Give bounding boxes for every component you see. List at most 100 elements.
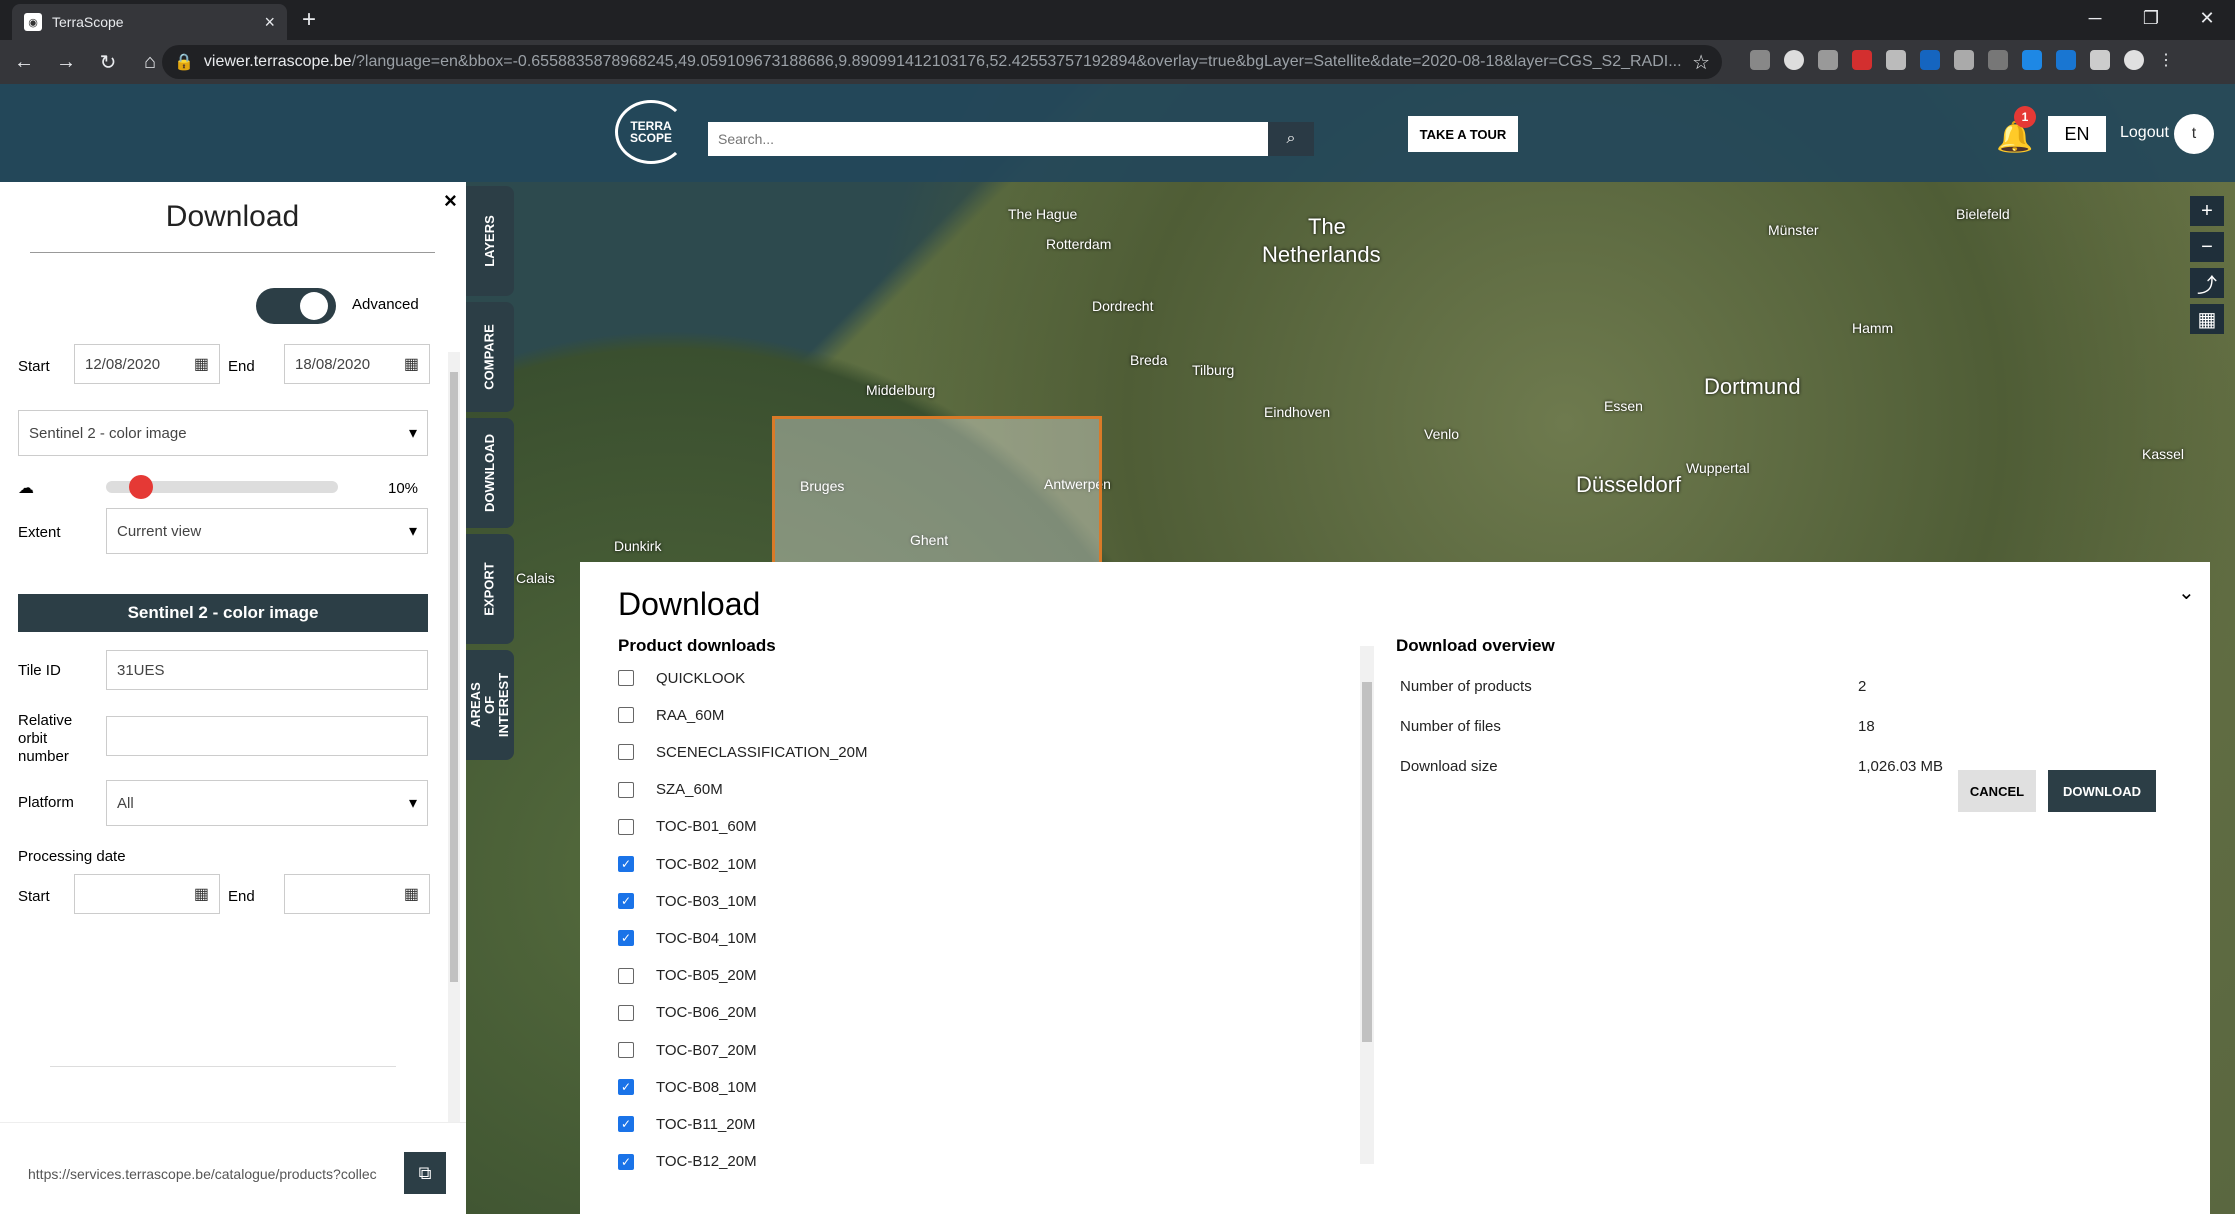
catalogue-url[interactable]: https://services.terrascope.be/catalogue… [28,1166,394,1182]
product-item[interactable]: ✓ TOC-B12_20M [618,1148,757,1176]
product-item[interactable]: ✓ TOC-B11_20M [618,1110,756,1138]
tile-id-input[interactable]: 31UES [106,650,428,690]
platform-select-value: All [117,794,134,812]
logout-link[interactable]: Logout [2120,124,2169,142]
product-checkbox[interactable]: ✓ [618,1116,634,1133]
terrascope-logo[interactable]: TERRA SCOPE [615,100,687,164]
platform-select[interactable]: All [106,780,428,826]
tab-layers[interactable]: LAYERS [466,186,514,296]
pdf-extension-icon[interactable] [1852,50,1872,70]
product-item[interactable]: TOC-B01_60M [618,813,757,841]
product-checkbox[interactable]: ✓ [618,856,634,872]
product-item[interactable]: QUICKLOOK [618,664,745,692]
end-date-input[interactable]: 18/08/2020 ▦ [284,344,430,384]
product-select[interactable]: Sentinel 2 - color image [18,410,428,456]
product-item[interactable]: SCENECLASSIFICATION_20M [618,738,867,766]
language-button[interactable]: EN [2048,116,2106,152]
chevron-down-icon[interactable]: ⌄ [2178,580,2195,605]
close-icon[interactable]: × [444,188,457,214]
product-item[interactable]: ✓ TOC-B08_10M [618,1073,757,1101]
start-date-input[interactable]: 12/08/2020 ▦ [74,344,220,384]
tab-title: TerraScope [52,14,124,30]
map-layers-icon[interactable]: ▦ [2190,304,2224,334]
take-a-tour-button[interactable]: TAKE A TOUR [1408,116,1518,152]
map-label: Rotterdam [1046,236,1112,252]
tab-compare[interactable]: COMPARE [466,302,514,412]
forward-icon[interactable]: → [48,51,84,74]
product-list-scrollbar-thumb[interactable] [1362,682,1372,1042]
address-bar[interactable]: 🔒 viewer.terrascope.be/?language=en&bbox… [162,45,1722,79]
search-button[interactable]: ⌕ [1268,122,1314,156]
back-icon[interactable]: ← [6,51,42,74]
product-checkbox[interactable] [618,967,634,984]
product-checkbox[interactable] [618,707,634,724]
extension-icon[interactable] [1954,50,1974,70]
processing-start-input[interactable]: ▦ [74,874,220,914]
calendar-icon[interactable]: ▦ [404,354,419,374]
product-item[interactable]: ✓ TOC-B03_10M [618,887,757,915]
extension-icon[interactable] [2056,50,2076,70]
tab-areas-of-interest[interactable]: AREAS OF INTEREST [466,650,514,760]
overview-value: 2 [1858,678,1867,695]
bookmark-star-icon[interactable]: ☆ [1692,50,1710,75]
copy-url-button[interactable]: ⧉ [404,1152,446,1194]
sidebar-scrollbar-thumb[interactable] [450,372,458,982]
product-checkbox[interactable] [618,781,634,798]
relative-orbit-input[interactable] [106,716,428,756]
extension-icon[interactable] [1920,50,1940,70]
extension-icon[interactable] [1818,50,1838,70]
processing-end-input[interactable]: ▦ [284,874,430,914]
extension-icon[interactable] [2022,50,2042,70]
menu-icon[interactable]: ⋮ [2158,50,2178,70]
product-checkbox[interactable]: ✓ [618,1153,634,1170]
zoom-out-icon[interactable]: − [2190,232,2224,262]
calendar-icon[interactable]: ▦ [194,354,209,374]
browser-tab[interactable]: ◉ TerraScope × [12,4,287,40]
url-path: /?language=en&bbox=-0.6558835878968245,4… [351,53,1682,70]
product-checkbox[interactable] [618,744,634,761]
product-item[interactable]: ✓ TOC-B02_10M [618,850,757,878]
product-checkbox[interactable]: ✓ [618,1079,634,1096]
product-checkbox[interactable] [618,818,634,835]
maximize-icon[interactable]: ❐ [2123,0,2179,36]
avatar[interactable]: t [2174,114,2214,154]
zoom-icon[interactable] [1988,50,2008,70]
product-checkbox[interactable] [618,1042,634,1058]
cloud-cover-slider-handle[interactable] [129,475,154,499]
calendar-icon[interactable]: ▦ [194,884,209,904]
map-label: Hamm [1852,320,1894,336]
product-checkbox[interactable]: ✓ [618,893,634,910]
new-tab-icon[interactable]: + [302,6,316,34]
share-icon[interactable]: ⤴ [2190,268,2224,298]
extension-icon[interactable] [1750,50,1770,70]
extension-icon[interactable] [1886,50,1906,70]
search-input[interactable] [708,122,1268,156]
tab-download[interactable]: DOWNLOAD [466,418,514,528]
download-button[interactable]: DOWNLOAD [2048,770,2156,812]
tab-export[interactable]: EXPORT [466,534,514,644]
product-item[interactable]: ✓ TOC-B04_10M [618,924,757,952]
product-item[interactable]: TOC-B06_20M [618,999,757,1027]
product-checkbox[interactable] [618,1004,634,1021]
profile-icon[interactable] [2124,50,2144,70]
reload-icon[interactable]: ↻ [90,50,126,75]
product-item[interactable]: SZA_60M [618,776,723,804]
map-label: The Hague [1008,206,1078,222]
extension-icon[interactable] [1784,50,1804,70]
map-label: Tilburg [1192,362,1235,378]
extent-select[interactable]: Current view [106,508,428,554]
calendar-icon[interactable]: ▦ [404,884,419,904]
product-checkbox[interactable]: ✓ [618,930,634,947]
minimize-icon[interactable]: ─ [2067,0,2123,36]
product-item[interactable]: RAA_60M [618,701,724,729]
product-checkbox[interactable] [618,670,634,686]
product-item[interactable]: TOC-B05_20M [618,962,757,990]
close-tab-icon[interactable]: × [264,12,275,33]
product-label: TOC-B03_10M [656,892,757,910]
zoom-in-icon[interactable]: + [2190,196,2224,226]
puzzle-icon[interactable] [2090,50,2110,70]
close-window-icon[interactable]: ✕ [2179,0,2235,36]
product-item[interactable]: TOC-B07_20M [618,1036,757,1064]
advanced-toggle[interactable] [256,288,336,324]
cancel-button[interactable]: CANCEL [1958,770,2036,812]
